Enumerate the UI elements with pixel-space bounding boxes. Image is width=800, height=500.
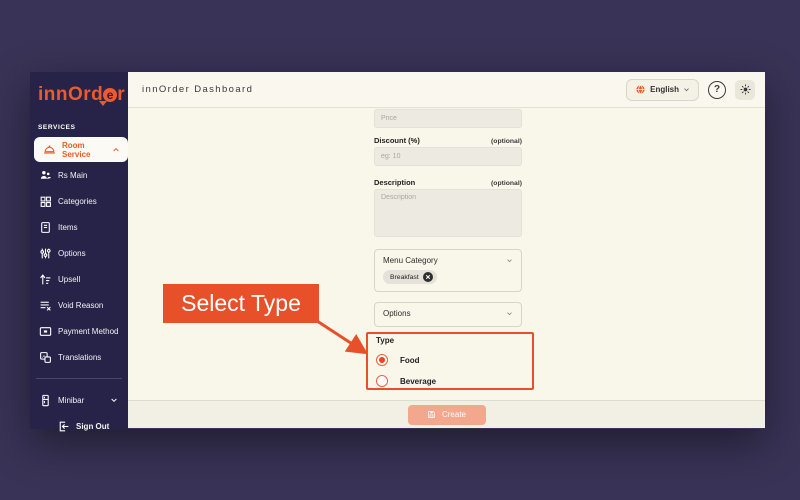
- help-button[interactable]: ?: [708, 80, 726, 99]
- chevron-down-icon: [684, 88, 689, 92]
- sidebar-item-rs-main[interactable]: Rs Main: [30, 162, 128, 188]
- create-button[interactable]: Create: [407, 404, 486, 425]
- radio-beverage-label: Beverage: [400, 376, 437, 386]
- sidebar-item-label: Room Service: [62, 140, 91, 159]
- caret-down-icon: [507, 259, 512, 263]
- app-window: innOrd e r SERVICES Room Service Rs Main C…: [30, 72, 765, 431]
- sidebar-item-label: Options: [58, 248, 86, 258]
- sidebar-item-room-service[interactable]: Room Service: [34, 137, 128, 162]
- description-label: Description: [374, 178, 416, 187]
- sidebar-item-label: Minibar: [58, 395, 85, 405]
- annotation-callout: Select Type: [163, 284, 319, 323]
- radio-option-beverage[interactable]: Beverage: [376, 375, 522, 387]
- page-title: innOrder Dashboard: [142, 84, 254, 95]
- top-bar-actions: English ?: [626, 78, 755, 101]
- sidebar-item-translations[interactable]: A Translations: [30, 344, 128, 370]
- description-optional-tag: (optional): [491, 180, 522, 187]
- chevron-up-icon: [113, 147, 119, 151]
- discount-optional-tag: (optional): [491, 138, 522, 145]
- sidebar-item-label: Void Reason: [58, 300, 104, 310]
- logo-pin-icon: [99, 101, 107, 106]
- logo-pin-e: e: [103, 88, 118, 102]
- radio-food-selected[interactable]: [376, 354, 388, 366]
- sidebar-item-label: Items: [58, 222, 78, 232]
- card-icon: [39, 326, 52, 336]
- close-icon: [425, 274, 430, 280]
- sun-icon: [739, 84, 751, 95]
- sidebar-item-label: Sign Out: [76, 421, 110, 431]
- sidebar-item-categories[interactable]: Categories: [30, 188, 128, 214]
- app-logo: innOrd e r: [38, 84, 126, 105]
- sidebar-item-upsell[interactable]: Upsell: [30, 266, 128, 292]
- chevron-down-icon: [111, 398, 117, 403]
- type-radio-group: Type Food Beverage: [376, 336, 522, 387]
- price-input[interactable]: [374, 109, 522, 128]
- radio-food-label: Food: [400, 355, 420, 365]
- description-label-row: Description (optional): [374, 178, 522, 187]
- sidebar-divider: [36, 378, 122, 379]
- sidebar-section-label: SERVICES: [38, 124, 76, 131]
- form-footer: Create: [128, 400, 765, 428]
- sidebar-item-label: Categories: [58, 196, 97, 206]
- radio-beverage-unselected[interactable]: [376, 375, 388, 387]
- list-x-icon: [40, 301, 51, 311]
- chip-breakfast: Breakfast: [383, 270, 437, 284]
- discount-label: Discount (%): [374, 136, 420, 145]
- grid-icon: [40, 196, 51, 207]
- translate-icon: A: [40, 351, 51, 363]
- sort-up-icon: [40, 273, 51, 284]
- sidebar-item-void-reason[interactable]: Void Reason: [30, 292, 128, 318]
- cloche-icon: [44, 145, 55, 154]
- radio-dot: [379, 357, 385, 363]
- language-selector[interactable]: English: [626, 78, 699, 101]
- form-area: Discount (%) (optional) Description (opt…: [128, 108, 765, 400]
- chip-label: Breakfast: [390, 273, 419, 281]
- caret-down-icon: [507, 312, 512, 316]
- main-panel: innOrder Dashboard English ? Di: [128, 72, 765, 428]
- menu-category-select[interactable]: Menu Category Breakfast: [374, 249, 522, 292]
- create-button-label: Create: [441, 410, 466, 419]
- discount-label-row: Discount (%) (optional): [374, 136, 522, 145]
- sliders-icon: [40, 248, 51, 258]
- sidebar-item-payment-method[interactable]: Payment Method: [30, 318, 128, 344]
- theme-toggle-button[interactable]: [735, 79, 755, 100]
- logo-text: innOrd: [38, 84, 104, 105]
- sidebar-item-label: Translations: [58, 352, 102, 362]
- selected-chips: Breakfast: [375, 270, 521, 290]
- sidebar-item-label: Payment Method: [58, 326, 119, 336]
- radio-option-food[interactable]: Food: [376, 354, 522, 366]
- sidebar: innOrd e r SERVICES Room Service Rs Main C…: [30, 72, 128, 431]
- question-icon: ?: [713, 84, 721, 95]
- description-textarea[interactable]: [374, 189, 522, 237]
- options-select[interactable]: Options: [374, 302, 522, 327]
- sidebar-item-sign-out[interactable]: Sign Out: [30, 413, 128, 439]
- sidebar-item-minibar[interactable]: Minibar: [30, 387, 128, 413]
- sidebar-item-options[interactable]: Options: [30, 240, 128, 266]
- save-icon: [428, 411, 435, 418]
- logout-icon: [59, 421, 69, 431]
- type-label: Type: [376, 336, 395, 345]
- language-label: English: [650, 85, 679, 94]
- options-label: Options: [383, 309, 411, 318]
- fridge-icon: [42, 394, 49, 406]
- discount-input[interactable]: [374, 147, 522, 166]
- sidebar-item-label: Upsell: [58, 274, 81, 284]
- top-bar: innOrder Dashboard English ?: [128, 72, 765, 108]
- chip-remove-button[interactable]: [422, 272, 433, 282]
- sidebar-item-label: Rs Main: [58, 170, 88, 180]
- menu-category-label: Menu Category: [383, 256, 438, 265]
- users-icon: [40, 170, 51, 179]
- globe-icon: [636, 85, 645, 94]
- document-icon: [41, 221, 50, 233]
- sidebar-item-items[interactable]: Items: [30, 214, 128, 240]
